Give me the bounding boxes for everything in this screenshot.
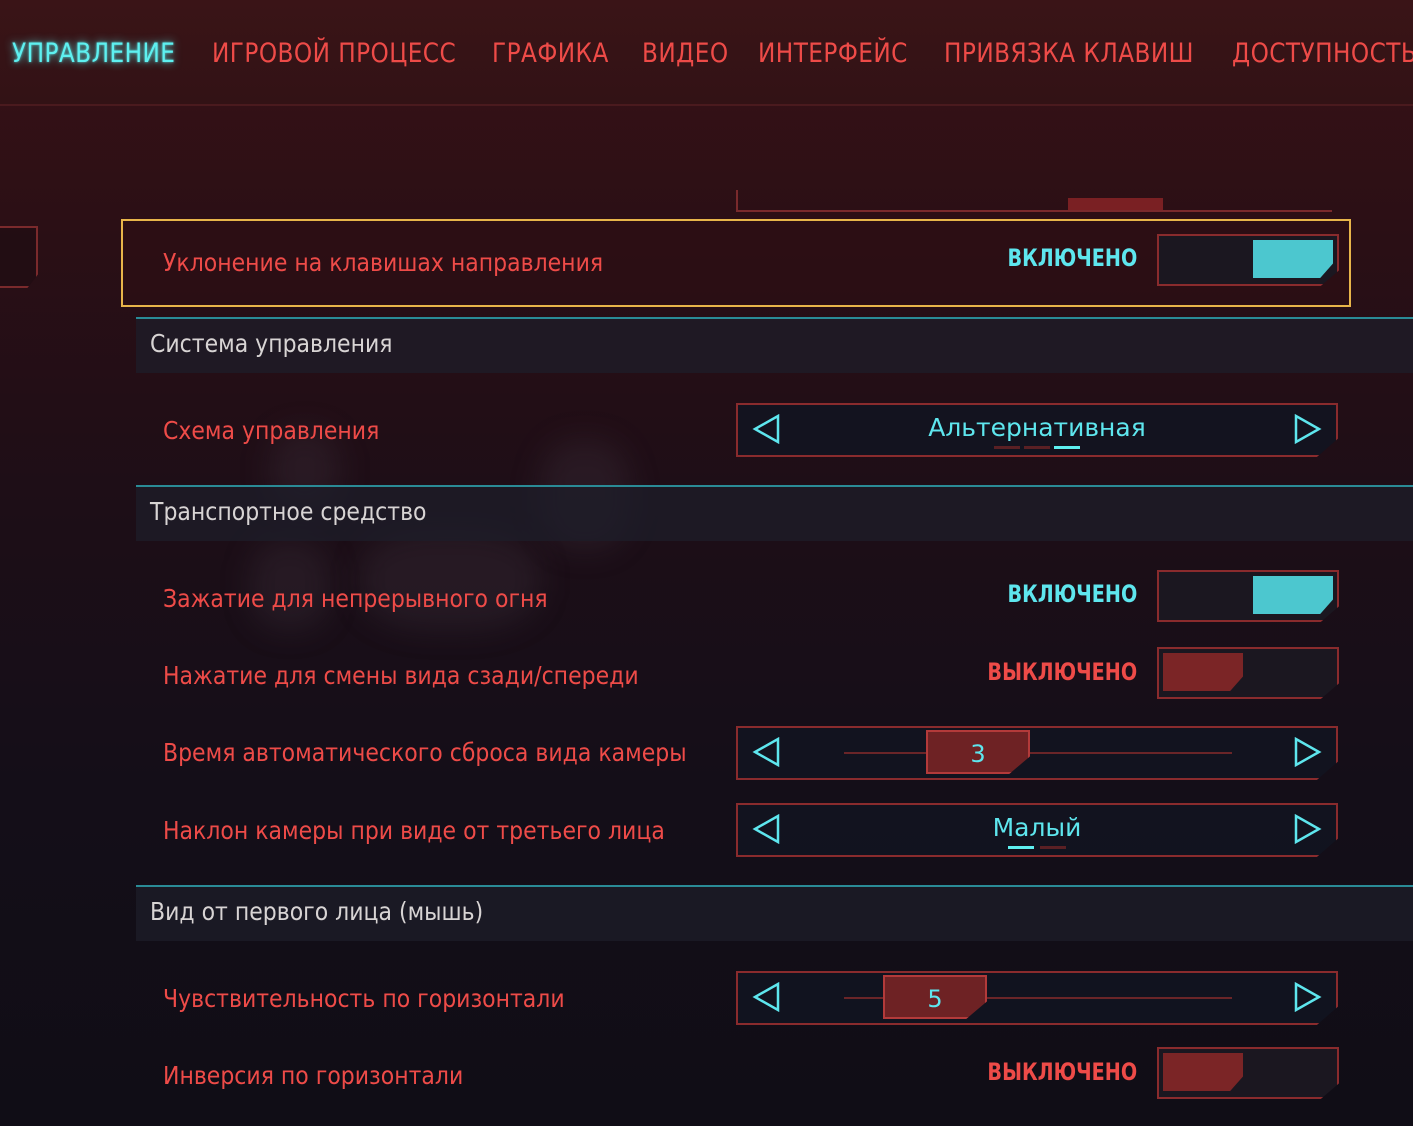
tab-gameplay[interactable]: ИГРОВОЙ ПРОЦЕСС bbox=[212, 38, 456, 69]
slider-value: 3 bbox=[970, 740, 986, 768]
section-title: Транспортное средство bbox=[150, 497, 427, 526]
option-dot-active bbox=[1008, 846, 1034, 849]
settings-screen: УПРАВЛЕНИЕ ИГРОВОЙ ПРОЦЕСС ГРАФИКА ВИДЕО… bbox=[0, 0, 1413, 1126]
triangle-right-icon[interactable] bbox=[1292, 414, 1322, 444]
tab-interface[interactable]: ИНТЕРФЕЙС bbox=[758, 38, 908, 69]
setting-label-control-scheme: Схема управления bbox=[163, 416, 380, 445]
section-header-first-person: Вид от первого лица (мышь) bbox=[136, 885, 1413, 941]
section-header-control-system: Система управления bbox=[136, 317, 1413, 373]
toggle-knob bbox=[1163, 1053, 1243, 1091]
top-tab-bar: УПРАВЛЕНИЕ ИГРОВОЙ ПРОЦЕСС ГРАФИКА ВИДЕО… bbox=[0, 0, 1413, 106]
selector-value: Малый bbox=[992, 813, 1082, 842]
setting-label-h-sensitivity: Чувствительность по горизонтали bbox=[163, 984, 565, 1013]
option-dot-active bbox=[1054, 446, 1080, 449]
slider-handle[interactable]: 5 bbox=[883, 975, 987, 1019]
toggle-dodge[interactable] bbox=[1157, 234, 1339, 286]
previous-setting-control[interactable] bbox=[736, 190, 1332, 212]
section-title: Система управления bbox=[150, 329, 393, 358]
tab-accessibility[interactable]: ДОСТУПНОСТЬ bbox=[1232, 38, 1413, 69]
selector-camera-tilt[interactable]: Малый bbox=[736, 803, 1338, 857]
setting-label-camera-reset: Время автоматического сброса вида камеры bbox=[163, 738, 687, 767]
toggle-hold-fire[interactable] bbox=[1157, 570, 1339, 622]
triangle-right-icon[interactable] bbox=[1292, 814, 1322, 844]
slider-track[interactable] bbox=[844, 752, 1232, 754]
option-dot bbox=[1024, 446, 1050, 449]
tab-video[interactable]: ВИДЕО bbox=[642, 38, 729, 69]
slider-value: 5 bbox=[927, 985, 943, 1013]
setting-label-camera-tilt: Наклон камеры при виде от третьего лица bbox=[163, 816, 665, 845]
setting-label-dodge: Уклонение на клавишах направления bbox=[163, 248, 604, 277]
option-indicator bbox=[1008, 846, 1066, 849]
background-shape bbox=[360, 530, 540, 630]
side-panel-stub[interactable] bbox=[0, 226, 38, 288]
slider-h-sensitivity[interactable]: 5 bbox=[736, 971, 1338, 1025]
setting-state-hold-fire: ВКЛЮЧЕНО bbox=[1007, 580, 1137, 608]
toggle-press-view[interactable] bbox=[1157, 647, 1339, 699]
toggle-knob bbox=[1253, 240, 1333, 278]
setting-label-hold-fire: Зажатие для непрерывного огня bbox=[163, 584, 548, 613]
triangle-right-icon[interactable] bbox=[1292, 982, 1322, 1012]
section-title: Вид от первого лица (мышь) bbox=[150, 897, 484, 926]
triangle-right-icon[interactable] bbox=[1292, 737, 1322, 767]
setting-label-h-invert: Инверсия по горизонтали bbox=[163, 1061, 464, 1090]
setting-state-press-view: ВЫКЛЮЧЕНО bbox=[987, 658, 1137, 686]
slider-handle[interactable]: 3 bbox=[926, 730, 1030, 774]
setting-label-press-view: Нажатие для смены вида сзади/спереди bbox=[163, 661, 639, 690]
tab-graphics[interactable]: ГРАФИКА bbox=[492, 38, 609, 69]
option-indicator bbox=[994, 446, 1080, 449]
slider-camera-reset[interactable]: 3 bbox=[736, 726, 1338, 780]
tab-key-bindings[interactable]: ПРИВЯЗКА КЛАВИШ bbox=[944, 38, 1194, 69]
previous-setting-fill bbox=[1068, 198, 1163, 210]
selector-control-scheme[interactable]: Альтернативная bbox=[736, 403, 1338, 457]
toggle-knob bbox=[1163, 653, 1243, 691]
option-dot bbox=[1040, 846, 1066, 849]
setting-state-h-invert: ВЫКЛЮЧЕНО bbox=[987, 1058, 1137, 1086]
tab-controls[interactable]: УПРАВЛЕНИЕ bbox=[12, 38, 175, 69]
setting-state-dodge: ВКЛЮЧЕНО bbox=[1007, 244, 1137, 272]
toggle-knob bbox=[1253, 576, 1333, 614]
section-header-vehicle: Транспортное средство bbox=[136, 485, 1413, 541]
triangle-left-icon[interactable] bbox=[752, 737, 782, 767]
option-dot bbox=[994, 446, 1020, 449]
toggle-h-invert[interactable] bbox=[1157, 1047, 1339, 1099]
triangle-left-icon[interactable] bbox=[752, 982, 782, 1012]
selector-value: Альтернативная bbox=[928, 413, 1146, 442]
